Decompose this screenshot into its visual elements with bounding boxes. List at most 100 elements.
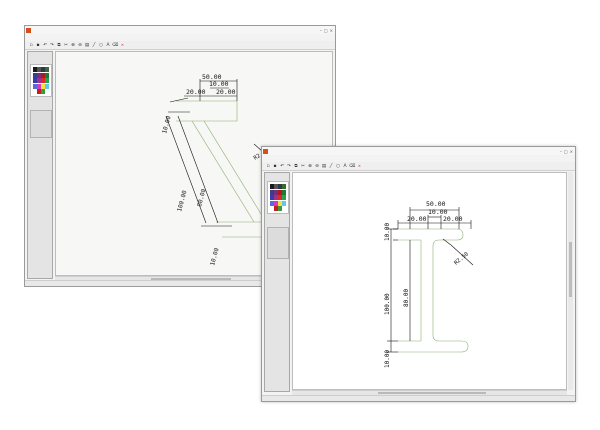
color-swatch[interactable]: [270, 195, 274, 200]
color-swatch[interactable]: [282, 189, 286, 195]
menu-bar: [262, 155, 575, 162]
color-swatch[interactable]: [37, 72, 41, 78]
color-swatch[interactable]: [33, 67, 37, 72]
color-swatch[interactable]: [278, 200, 282, 206]
color-swatch[interactable]: [282, 200, 286, 206]
delete-icon[interactable]: ⌫: [349, 163, 355, 170]
scroll-thumb[interactable]: [569, 242, 572, 297]
undo-icon[interactable]: ↶: [42, 42, 48, 49]
scroll-thumb[interactable]: [378, 392, 486, 394]
maximize-icon[interactable]: □: [324, 28, 328, 33]
maximize-icon[interactable]: □: [564, 149, 568, 154]
new-file-icon[interactable]: ▫: [265, 163, 271, 170]
color-swatch[interactable]: [37, 89, 41, 94]
dim-total-height: 100.00: [384, 293, 391, 315]
minimize-icon[interactable]: –: [560, 149, 562, 154]
dim-bottom-flange: 10.00: [384, 350, 391, 368]
zoom-out-icon[interactable]: ⊖: [77, 42, 83, 49]
toolbar: ▫ ▪ ↶ ↷ ⧉ ✂ ⊕ ⊖ ▤ ╱ ○ A ⌫ ✕: [25, 41, 335, 50]
close-drawing-button[interactable]: ✕: [121, 42, 124, 49]
open-icon[interactable]: ▪: [272, 163, 278, 170]
color-swatch[interactable]: [41, 89, 45, 94]
status-bar: [262, 395, 575, 401]
color-swatch[interactable]: [282, 206, 286, 211]
dim-top-flange: 10.00: [384, 223, 391, 241]
drawing-canvas[interactable]: 50.00 10.00 20.00 20.00 10.00 100.00 80.…: [292, 172, 567, 390]
line-icon[interactable]: ╱: [328, 163, 334, 170]
color-swatch[interactable]: [41, 67, 45, 72]
dim-total-width: 50.00: [426, 200, 446, 208]
dim-bottom-flange: 10.00: [209, 247, 221, 267]
color-swatch[interactable]: [278, 184, 282, 189]
dim-top-flange: 10.00: [161, 115, 173, 135]
text-icon[interactable]: A: [105, 42, 111, 49]
layer-panel[interactable]: [267, 227, 289, 259]
color-swatch[interactable]: [45, 83, 49, 89]
redo-icon[interactable]: ↷: [286, 163, 292, 170]
dim-web-height: 80.00: [403, 289, 410, 307]
circle-icon[interactable]: ○: [98, 42, 104, 49]
color-swatch[interactable]: [33, 78, 37, 83]
color-swatch[interactable]: [45, 72, 49, 78]
minimize-icon[interactable]: –: [320, 28, 322, 33]
color-palette: [30, 64, 52, 97]
cut-icon[interactable]: ✂: [63, 42, 69, 49]
dim-total-height: 100.00: [176, 189, 188, 212]
copy-icon[interactable]: ⧉: [293, 163, 299, 170]
color-swatch[interactable]: [270, 200, 274, 206]
color-swatch[interactable]: [274, 206, 278, 211]
print-icon[interactable]: ▤: [84, 42, 90, 49]
window-controls: – □ ×: [320, 28, 333, 33]
color-swatch[interactable]: [270, 189, 274, 195]
color-swatch[interactable]: [37, 78, 41, 83]
layer-panel[interactable]: [30, 110, 52, 138]
redo-icon[interactable]: ↷: [49, 42, 55, 49]
color-swatch[interactable]: [33, 72, 37, 78]
color-swatch[interactable]: [274, 189, 278, 195]
dim-mid-width: 10.00: [209, 80, 229, 88]
color-swatch[interactable]: [37, 83, 41, 89]
color-swatch[interactable]: [274, 200, 278, 206]
circle-icon[interactable]: ○: [335, 163, 341, 170]
color-swatch[interactable]: [33, 83, 37, 89]
color-swatch[interactable]: [282, 184, 286, 189]
zoom-out-icon[interactable]: ⊖: [314, 163, 320, 170]
color-swatch[interactable]: [33, 89, 37, 94]
undo-icon[interactable]: ↶: [279, 163, 285, 170]
color-swatch[interactable]: [278, 189, 282, 195]
close-drawing-button[interactable]: ✕: [358, 163, 361, 170]
dim-web-height: 80.00: [196, 188, 208, 208]
dim-right-width: 20.00: [216, 88, 236, 96]
color-swatch[interactable]: [45, 89, 49, 94]
color-swatch[interactable]: [37, 67, 41, 72]
color-swatch[interactable]: [41, 78, 45, 83]
cut-icon[interactable]: ✂: [300, 163, 306, 170]
color-swatch[interactable]: [45, 67, 49, 72]
color-swatch[interactable]: [45, 78, 49, 83]
color-palette: [267, 181, 289, 214]
close-icon[interactable]: ×: [330, 28, 333, 33]
zoom-icon[interactable]: ⊕: [70, 42, 76, 49]
color-swatch[interactable]: [278, 195, 282, 200]
color-swatch[interactable]: [270, 184, 274, 189]
dim-right-width: 20.00: [443, 215, 463, 223]
delete-icon[interactable]: ⌫: [112, 42, 118, 49]
color-swatch[interactable]: [282, 195, 286, 200]
color-swatch[interactable]: [41, 72, 45, 78]
text-icon[interactable]: A: [342, 163, 348, 170]
color-swatch[interactable]: [274, 195, 278, 200]
color-swatch[interactable]: [41, 83, 45, 89]
copy-icon[interactable]: ⧉: [56, 42, 62, 49]
open-icon[interactable]: ▪: [35, 42, 41, 49]
window-controls: – □ ×: [560, 149, 573, 154]
color-swatch[interactable]: [278, 206, 282, 211]
color-swatch[interactable]: [270, 206, 274, 211]
zoom-icon[interactable]: ⊕: [307, 163, 313, 170]
dim-radius: R2.50: [453, 251, 470, 266]
new-file-icon[interactable]: ▫: [28, 42, 34, 49]
vertical-scrollbar[interactable]: [568, 172, 573, 390]
line-icon[interactable]: ╱: [91, 42, 97, 49]
color-swatch[interactable]: [274, 184, 278, 189]
print-icon[interactable]: ▤: [321, 163, 327, 170]
close-icon[interactable]: ×: [570, 149, 573, 154]
